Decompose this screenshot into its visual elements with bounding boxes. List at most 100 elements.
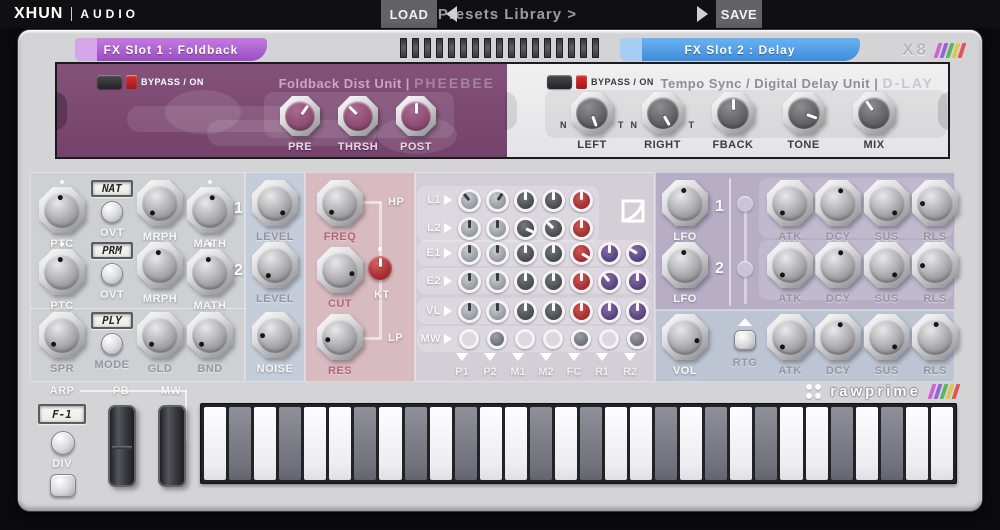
fx2-bypass-button[interactable] [547,75,572,89]
knob-ptc[interactable] [39,187,85,233]
key-sharp[interactable] [881,407,903,480]
prev-preset-arrow[interactable] [446,6,457,22]
matrix-knob-e2[interactable] [570,270,593,293]
arp-button[interactable] [51,431,75,455]
rtg-button[interactable] [734,330,756,350]
matrix-knob-e1[interactable] [486,242,509,265]
knob-mrph[interactable] [137,180,183,226]
matrix-knob-e2[interactable] [486,270,509,293]
pitch-bend-wheel[interactable] [108,405,136,487]
mod-wheel[interactable] [158,405,186,487]
knob-cut[interactable] [317,247,363,293]
knob-sus[interactable] [864,180,910,226]
matrix-knob-vl[interactable] [486,300,509,323]
knob-lfo[interactable] [662,180,708,226]
key-natural[interactable] [254,407,276,480]
key-natural[interactable] [430,407,452,480]
fx1-bypass-switch[interactable]: BYPASS / ON [97,75,204,89]
mw-button-red[interactable] [599,329,619,349]
knob-rls[interactable] [912,314,958,360]
matrix-knob-vl[interactable] [542,300,565,323]
key-sharp[interactable] [755,407,777,480]
knob-spr[interactable] [39,312,85,358]
key-natural[interactable] [856,407,878,480]
matrix-knob-e2[interactable] [514,270,537,293]
knob-level[interactable] [252,242,298,288]
key-natural[interactable] [680,407,702,480]
fx-slot1-tab[interactable]: FX Slot 1 : Foldback [75,38,267,61]
key-natural[interactable] [906,407,928,480]
matrix-knob-vl[interactable] [598,300,621,323]
knob-dcy[interactable] [815,314,861,360]
matrix-knob-e1[interactable] [458,242,481,265]
knob-pre[interactable] [280,96,320,136]
key-natural[interactable] [630,407,652,480]
knob-math[interactable] [187,249,233,295]
key-sharp[interactable] [831,407,853,480]
key-sharp[interactable] [279,407,301,480]
mw-button-red[interactable] [459,329,479,349]
key-sharp[interactable] [455,407,477,480]
knob-math[interactable] [187,187,233,233]
key-natural[interactable] [480,407,502,480]
knob-rls[interactable] [912,242,958,288]
knob-atk[interactable] [767,242,813,288]
knob-dcy[interactable] [815,242,861,288]
matrix-knob-e2[interactable] [626,270,649,293]
key-sharp[interactable] [405,407,427,480]
key-natural[interactable] [931,407,953,480]
matrix-knob-e1[interactable] [542,242,565,265]
matrix-knob-e1[interactable] [570,242,593,265]
key-natural[interactable] [730,407,752,480]
mw-button-red[interactable] [543,329,563,349]
keyboard[interactable] [200,403,957,484]
matrix-knob-e2[interactable] [542,270,565,293]
knob-rls[interactable] [912,180,958,226]
display-select-button[interactable] [101,333,123,355]
display-select-button[interactable] [101,201,123,223]
knob-bnd[interactable] [187,312,233,358]
knob-gld[interactable] [137,312,183,358]
matrix-knob-l2[interactable] [570,217,593,240]
key-sharp[interactable] [580,407,602,480]
knob-level[interactable] [252,180,298,226]
key-natural[interactable] [304,407,326,480]
mw-button-red[interactable] [515,329,535,349]
key-sharp[interactable] [705,407,727,480]
matrix-knob-vl[interactable] [626,300,649,323]
knob-thrsh[interactable] [338,96,378,136]
key-natural[interactable] [379,407,401,480]
matrix-knob-e1[interactable] [626,242,649,265]
knob-res[interactable] [317,314,363,360]
knob-sus[interactable] [864,242,910,288]
knob-dcy[interactable] [815,180,861,226]
matrix-knob-vl[interactable] [570,300,593,323]
knob-freq[interactable] [317,180,363,226]
lfo-slider-handle-2[interactable] [737,261,753,277]
matrix-knob-e1[interactable] [598,242,621,265]
mw-button-gray[interactable] [487,329,507,349]
matrix-knob-l1[interactable] [458,189,481,212]
matrix-knob-e1[interactable] [514,242,537,265]
knob-tone[interactable] [783,92,825,134]
key-natural[interactable] [505,407,527,480]
knob-mrph[interactable] [137,242,183,288]
key-natural[interactable] [204,407,226,480]
mw-button-gray[interactable] [571,329,591,349]
div-button[interactable] [50,474,76,497]
key-sharp[interactable] [229,407,251,480]
knob-noise[interactable] [252,312,298,358]
key-natural[interactable] [605,407,627,480]
knob-atk[interactable] [767,314,813,360]
matrix-knob-vl[interactable] [458,300,481,323]
matrix-knob-l1[interactable] [570,189,593,212]
matrix-knob-l1[interactable] [542,189,565,212]
knob-fback[interactable] [712,92,754,134]
key-sharp[interactable] [530,407,552,480]
knob-ptc[interactable] [39,249,85,295]
mw-button-gray[interactable] [627,329,647,349]
knob-lfo[interactable] [662,242,708,288]
matrix-knob-l2[interactable] [458,217,481,240]
knob-right[interactable] [642,92,684,134]
display-select-button[interactable] [101,263,123,285]
